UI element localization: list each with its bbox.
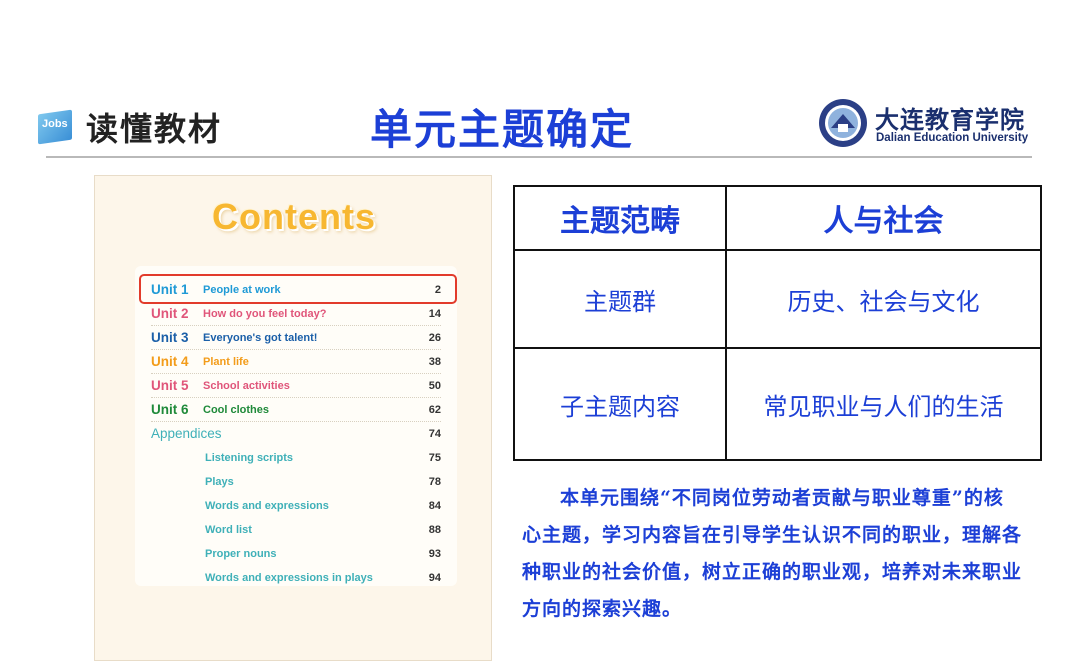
toc-sub-row: Listening scripts 75	[205, 448, 441, 470]
table-cell-value: 常见职业与人们的生活	[763, 392, 1004, 421]
sub-item-page: 88	[428, 524, 441, 536]
sub-item-name: Plays	[205, 476, 234, 488]
university-name-en: Dalian Education University	[876, 132, 1029, 144]
unit-page: 50	[428, 380, 441, 392]
unit-number: Unit 3	[151, 330, 189, 345]
theme-table: 主题范畴 人与社会 主题群 历史、社会与文化 子主题内容 常见职业与人们的生活	[513, 185, 1042, 461]
logo-text: Jobs	[42, 118, 68, 130]
toc-appendices-row: Appendices 74	[151, 424, 441, 446]
table-divider	[515, 347, 1040, 349]
table-header-category: 主题范畴	[560, 204, 680, 239]
sub-item-page: 84	[428, 500, 441, 512]
toc-sub-row: Words and expressions 84	[205, 496, 441, 518]
table-divider	[725, 187, 727, 459]
table-header-value: 人与社会	[823, 204, 944, 239]
sub-item-name: Word list	[205, 524, 252, 536]
toc-sub-row: Plays 78	[205, 472, 441, 494]
toc-unit-row: Unit 6 Cool clothes 62	[151, 400, 441, 422]
sub-item-name: Listening scripts	[205, 452, 294, 464]
appendices-label: Appendices	[151, 426, 222, 441]
unit-name: School activities	[203, 380, 290, 392]
table-cell-label: 子主题内容	[560, 392, 680, 421]
toc-sub-row: Proper nouns 93	[205, 544, 441, 566]
university-name-cn: 大连教育学院	[875, 105, 1025, 134]
header-divider	[46, 156, 1032, 158]
toc-unit-row: Unit 2 How do you feel today? 14	[151, 304, 441, 326]
sub-item-name: Words and expressions	[205, 500, 329, 512]
unit-name: Cool clothes	[203, 404, 270, 416]
table-cell-value: 历史、社会与文化	[787, 287, 980, 316]
table-divider	[515, 249, 1040, 251]
university-emblem-icon	[819, 99, 867, 147]
textbook-contents-image: Contents Unit 1 People at work 2 Unit 2 …	[94, 175, 492, 661]
unit-page: 38	[428, 356, 441, 368]
toc-unit-row: Unit 3 Everyone's got talent! 26	[151, 328, 441, 350]
sub-item-page: 78	[428, 476, 441, 488]
appendices-page: 74	[428, 428, 441, 440]
brand-title: 读懂教材	[86, 110, 223, 148]
page-title: 单元主题确定	[370, 105, 635, 154]
unit-page: 26	[428, 332, 441, 344]
unit-name: How do you feel today?	[203, 308, 327, 320]
unit-name: Everyone's got talent!	[203, 332, 318, 344]
toc-sub-row: Words and expressions in plays 94	[205, 568, 441, 590]
unit-description: 本单元围绕“不同岗位劳动者贡献与职业尊重”的核心主题，学习内容旨在引导学生认识不…	[522, 487, 1023, 620]
toc-unit-row: Unit 4 Plant life 38	[151, 352, 441, 374]
unit1-highlight-box	[139, 274, 457, 304]
sub-item-name: Words and expressions in plays	[205, 572, 373, 584]
sub-item-page: 94	[428, 572, 441, 584]
unit-number: Unit 4	[151, 354, 189, 369]
unit-number: Unit 5	[151, 378, 189, 393]
sub-item-name: Proper nouns	[205, 548, 277, 560]
unit-name: Plant life	[203, 356, 249, 368]
toc-unit-row: Unit 5 School activities 50	[151, 376, 441, 398]
sub-item-page: 93	[428, 548, 441, 560]
unit-page: 14	[428, 308, 441, 320]
unit-number: Unit 6	[151, 402, 189, 417]
unit-number: Unit 2	[151, 306, 189, 321]
jobs-book-icon: Jobs	[34, 108, 76, 148]
unit-page: 62	[428, 404, 441, 416]
toc-sub-row: Word list 88	[205, 520, 441, 542]
contents-title: Contents	[212, 196, 376, 237]
table-cell-label: 主题群	[584, 287, 656, 316]
sub-item-page: 75	[428, 452, 441, 464]
